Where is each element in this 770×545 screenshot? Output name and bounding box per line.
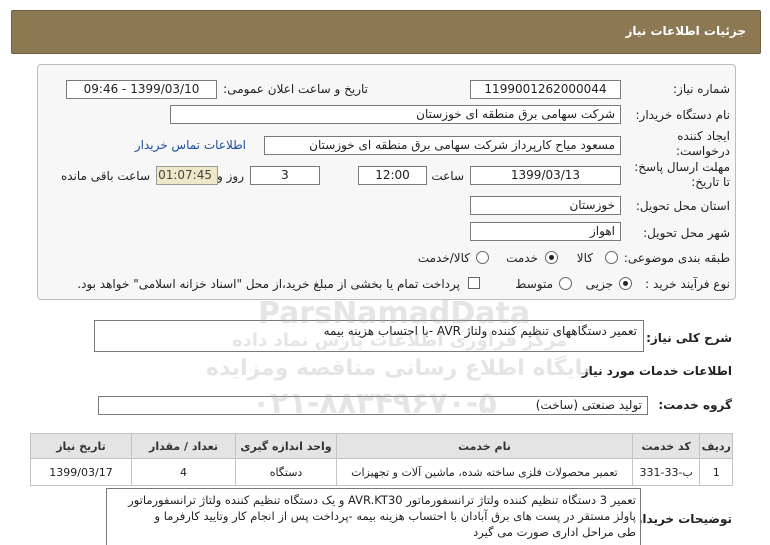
services-section-title: اطلاعات خدمات مورد نیاز — [581, 364, 732, 378]
deadline-date-field: 1399/03/13 — [470, 166, 621, 185]
process-medium-radio[interactable] — [559, 277, 572, 290]
remaining-time-timer: 01:07:45 — [156, 166, 218, 185]
buyer-org-label: نام دستگاه خریدار: — [635, 108, 731, 122]
summary-box: تعمیر دستگاههای تنظیم کننده ولتاژ AVR -ب… — [94, 320, 644, 352]
service-group-label: گروه خدمت: — [658, 398, 732, 412]
creator-label-line2: درخواست: — [676, 144, 730, 158]
deadline-time-field: 12:00 — [358, 166, 427, 185]
remaining-days-field: 3 — [250, 166, 320, 185]
cell-quantity: 4 — [131, 458, 237, 486]
remaining-days-label: روز و — [217, 169, 244, 183]
col-header-service-code: کد خدمت — [631, 433, 701, 459]
city-field: اهواز — [470, 222, 621, 241]
category-goods-service-radio[interactable] — [476, 251, 489, 264]
watermark-line3: پایگاه اطلاع رسانی مناقصه ومزایده — [206, 356, 592, 381]
deadline-label-line2: تا تاریخ: — [691, 175, 730, 189]
summary-label: شرح کلی نیاز: — [646, 331, 732, 345]
deadline-time-label: ساعت — [431, 169, 464, 183]
service-group-field: تولید صنعتی (ساخت) — [98, 396, 648, 415]
process-medium-label: متوسط — [515, 277, 553, 291]
deadline-label-line1: مهلت ارسال پاسخ: — [634, 160, 730, 174]
summary-text: تعمیر دستگاههای تنظیم کننده ولتاژ AVR -ب… — [323, 324, 637, 338]
services-table: ردیف کد خدمت نام خدمت واحد اندازه گیری ت… — [29, 433, 733, 486]
treasury-payment-note: پرداخت تمام یا بخشی از مبلغ خرید،از محل … — [77, 277, 460, 291]
col-header-need-date: تاریخ نیاز — [29, 433, 133, 459]
page-title: جزئیات اطلاعات نیاز — [625, 24, 746, 38]
cell-need-date: 1399/03/17 — [29, 458, 133, 486]
page-header: جزئیات اطلاعات نیاز — [11, 10, 761, 54]
cell-unit: دستگاه — [235, 458, 337, 486]
buyer-notes-box: تعمیر 3 دستگاه تنظیم کننده ولتاژ ترانسفو… — [106, 488, 641, 545]
category-label: طبقه بندی موضوعی: — [623, 251, 730, 265]
province-label: استان محل تحویل: — [635, 199, 730, 213]
table-row: 1 ب-33-331 تعمیر محصولات فلزی ساخته شده،… — [29, 458, 733, 486]
cell-service-name: تعمیر محصولات فلزی ساخته شده، ماشین آلات… — [335, 458, 633, 486]
buyer-notes-line1: تعمیر 3 دستگاه تنظیم کننده ولتاژ ترانسفو… — [128, 493, 636, 507]
process-type-label: نوع فرآیند خرید : — [645, 277, 730, 291]
category-goods-radio[interactable] — [605, 251, 618, 264]
cell-row-number: 1 — [699, 458, 733, 486]
category-service-radio[interactable] — [545, 251, 558, 264]
buyer-notes-label: توضیحات خریدار: — [630, 512, 732, 526]
col-header-service-name: نام خدمت — [335, 433, 633, 459]
creator-field: مسعود میاح کارپرداز شرکت سهامی برق منطقه… — [264, 136, 621, 155]
buyer-notes-line2: پاولز مستقر در پست های برق آبادان با احت… — [154, 509, 636, 523]
category-service-label: خدمت — [506, 251, 538, 265]
city-label: شهر محل تحویل: — [643, 226, 730, 240]
announce-date-label: تاریخ و ساعت اعلان عمومی: — [223, 82, 368, 96]
category-goods-service-label: کالا/خدمت — [417, 251, 470, 265]
need-number-field: 1199001262000044 — [470, 80, 621, 99]
remaining-time-label: ساعت باقی مانده — [60, 169, 150, 183]
table-header-row: ردیف کد خدمت نام خدمت واحد اندازه گیری ت… — [29, 433, 733, 459]
treasury-payment-checkbox[interactable] — [468, 277, 480, 289]
buyer-contact-link[interactable]: اطلاعات تماس خریدار — [135, 138, 246, 152]
process-minor-label: جزیی — [585, 277, 613, 291]
col-header-quantity: تعداد / مقدار — [131, 433, 237, 459]
category-goods-label: کالا — [576, 251, 593, 265]
col-header-row-number: ردیف — [699, 433, 733, 459]
province-field: خوزستان — [470, 196, 621, 215]
creator-label-line1: ایجاد کننده — [677, 129, 730, 143]
cell-service-code: ب-33-331 — [631, 458, 701, 486]
need-number-label: شماره نیاز: — [673, 82, 730, 96]
buyer-org-field: شرکت سهامی برق منطقه ای خوزستان — [170, 105, 621, 124]
announce-date-field: 1399/03/10 - 09:46 — [66, 80, 217, 99]
col-header-unit: واحد اندازه گیری — [235, 433, 337, 459]
process-minor-radio[interactable] — [619, 277, 632, 290]
buyer-notes-line3: طی مراحل اداری صورت می گیرد — [473, 525, 636, 539]
